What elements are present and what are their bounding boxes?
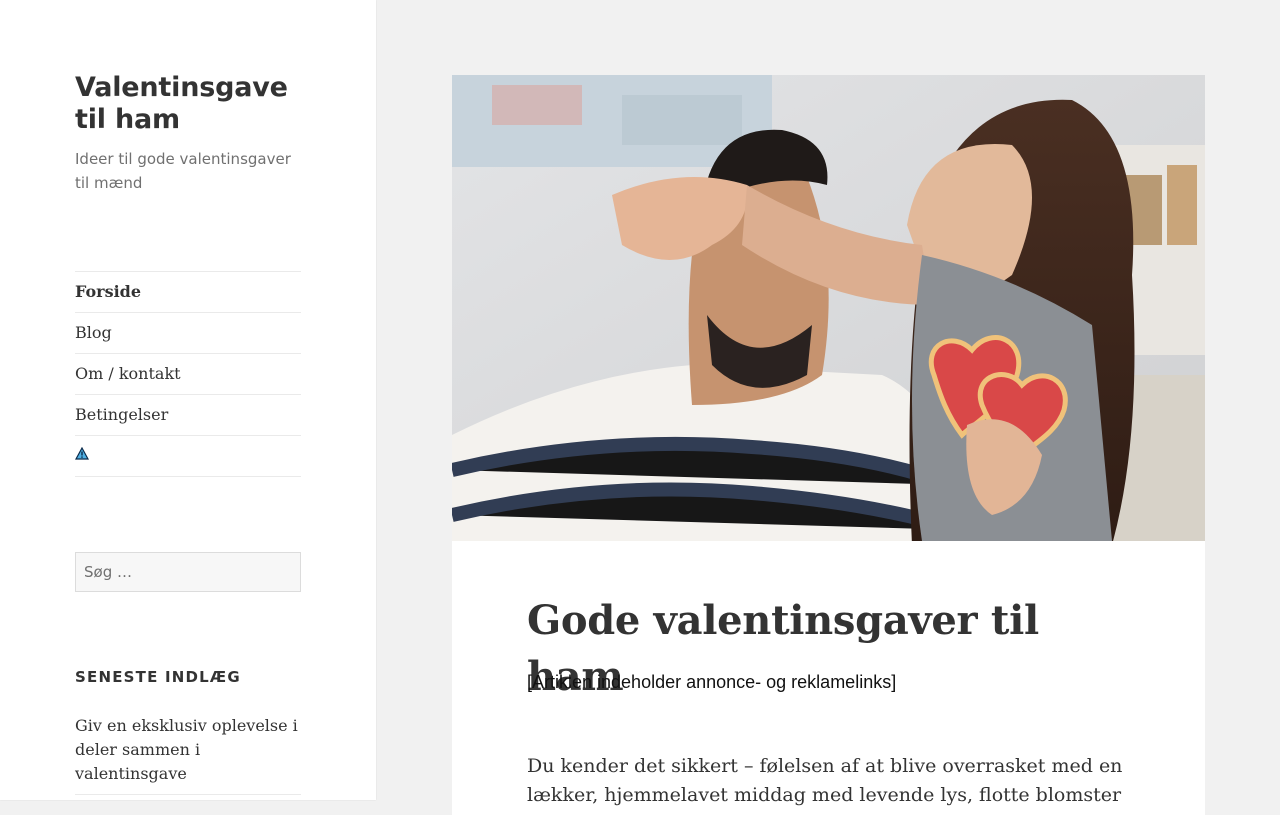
featured-image	[452, 75, 1205, 541]
article-intro: Du kender det sikkert – følelsen af at b…	[527, 755, 1123, 806]
nav-item-betingelser[interactable]: Betingelser	[75, 395, 301, 436]
warning-triangle-icon	[74, 435, 90, 475]
search-form	[75, 552, 301, 592]
nav-item-blog[interactable]: Blog	[75, 313, 301, 354]
article: Gode valentinsgaver til ham [Artiklen in…	[452, 75, 1205, 815]
site-description: Ideer til gode valentinsgaver til mænd	[75, 150, 291, 192]
nav-item-forside[interactable]: Forside	[75, 272, 301, 313]
recent-posts-list: Giv en eksklusiv oplevelse i deler samme…	[75, 714, 301, 795]
search-input[interactable]	[75, 552, 301, 592]
site-title[interactable]: Valentinsgave til ham	[75, 72, 315, 136]
recent-posts-heading: SENESTE INDLÆG	[75, 668, 241, 686]
recent-post-link[interactable]: Giv en eksklusiv oplevelse i deler samme…	[75, 714, 301, 795]
main-navigation: Forside Blog Om / kontakt Betingelser	[74, 271, 301, 477]
nav-item-om-kontakt[interactable]: Om / kontakt	[75, 354, 301, 395]
sidebar: Valentinsgave til ham Ideer til gode val…	[0, 0, 376, 800]
nav-item-warning[interactable]	[74, 435, 301, 477]
ad-disclaimer: [Artiklen indeholder annonce- og reklame…	[527, 672, 897, 692]
